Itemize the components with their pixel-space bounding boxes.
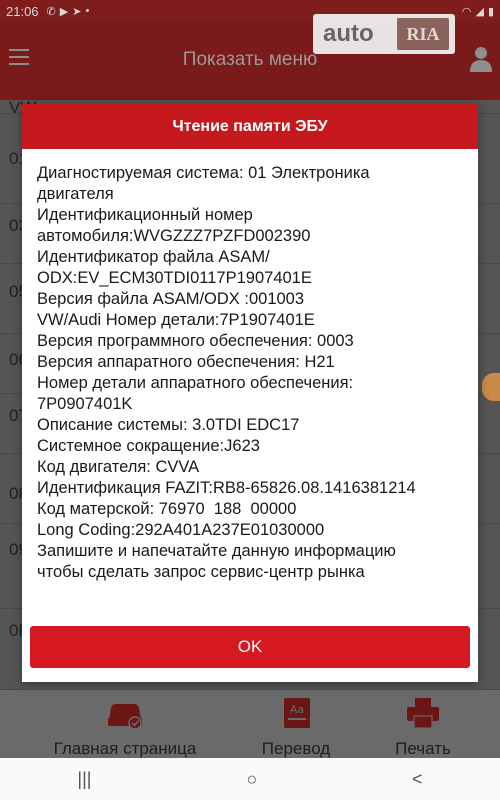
info-line: автомобиля:WVGZZZ7PZFD002390	[37, 227, 311, 245]
telegram-icon: ➤	[72, 5, 82, 18]
wifi-icon: ◠	[461, 5, 472, 18]
ok-button[interactable]: OK	[30, 626, 470, 668]
home-page-label: Главная страница	[53, 739, 197, 758]
info-line: Запишите и напечатайте данную информацию	[37, 542, 396, 560]
bottom-toolbar: Главная страница Aa Перевод Печать	[0, 690, 500, 758]
signal-icon: ◢	[475, 5, 484, 18]
car-check-icon	[108, 704, 142, 730]
info-line: Диагностируемая система: 01 Электроника	[37, 164, 370, 182]
ecu-memory-dialog: Чтение памяти ЭБУ Диагностируемая систем…	[22, 104, 478, 682]
home-page-button[interactable]: Главная страница	[40, 690, 210, 758]
info-line: Версия программного обеспечения: 0003	[37, 332, 354, 350]
info-line: Версия аппаратного обеспечения: H21	[37, 353, 335, 371]
watermark-ria: RIA	[397, 18, 449, 50]
info-line: VW/Audi Номер детали:7P1907401E	[37, 311, 315, 329]
info-line: Идентификационный номер	[37, 206, 253, 224]
info-line: Описание системы: 3.0TDI EDC17	[37, 416, 300, 434]
battery-icon: ▮	[487, 5, 494, 18]
translate-button[interactable]: Aa Перевод	[250, 690, 342, 758]
user-icon[interactable]	[470, 46, 492, 72]
status-icons-right: ◠ ◢ ▮	[462, 5, 494, 18]
info-line: Версия файла ASAM/ODX :001003	[37, 290, 305, 308]
watermark-auto: auto	[323, 20, 374, 47]
back-icon[interactable]: <	[412, 769, 423, 790]
svg-text:Aa: Aa	[290, 703, 304, 716]
status-time: 21:06	[6, 3, 39, 19]
watermark-logo: auto RIA	[313, 14, 455, 54]
info-line: Идентификация FAZIT:RB8-65826.08.1416381…	[37, 479, 416, 497]
home-icon[interactable]: ○	[246, 769, 257, 790]
translate-book-icon: Aa	[284, 698, 310, 728]
printer-icon	[407, 698, 439, 729]
recents-icon[interactable]: |||	[77, 769, 91, 790]
video-icon: ▶	[59, 5, 69, 18]
status-icons-left: ✆ ▶ ➤ •	[47, 5, 90, 18]
dialog-body: Диагностируемая система: 01 Электроника …	[22, 149, 478, 583]
floating-record-button[interactable]	[482, 373, 500, 401]
info-line: Код матерской: 76970 188 00000	[37, 500, 297, 518]
translate-label: Перевод	[261, 739, 331, 758]
info-line: двигателя	[37, 185, 114, 203]
info-line: Номер детали аппаратного обеспечения:	[37, 374, 354, 392]
print-button[interactable]: Печать	[378, 690, 468, 758]
system-nav-bar: ||| ○ <	[0, 758, 500, 800]
print-label: Печать	[395, 739, 451, 758]
dot-icon: •	[85, 5, 90, 17]
info-line: Long Coding:292A401A237E01030000	[37, 521, 325, 539]
info-line: Код двигателя: CVVA	[37, 458, 200, 476]
wifi-call-icon: ✆	[46, 5, 56, 18]
info-line: чтобы сделать запрос сервис-центр рынка	[37, 563, 365, 581]
dialog-title: Чтение памяти ЭБУ	[22, 104, 478, 149]
info-line: Системное сокращение:J623	[37, 437, 260, 455]
info-line: Идентификатор файла ASAM/	[37, 248, 270, 266]
info-line: ODX:EV_ECM30TDI0117P1907401E	[37, 269, 312, 287]
info-line: 7P0907401K	[37, 395, 133, 413]
